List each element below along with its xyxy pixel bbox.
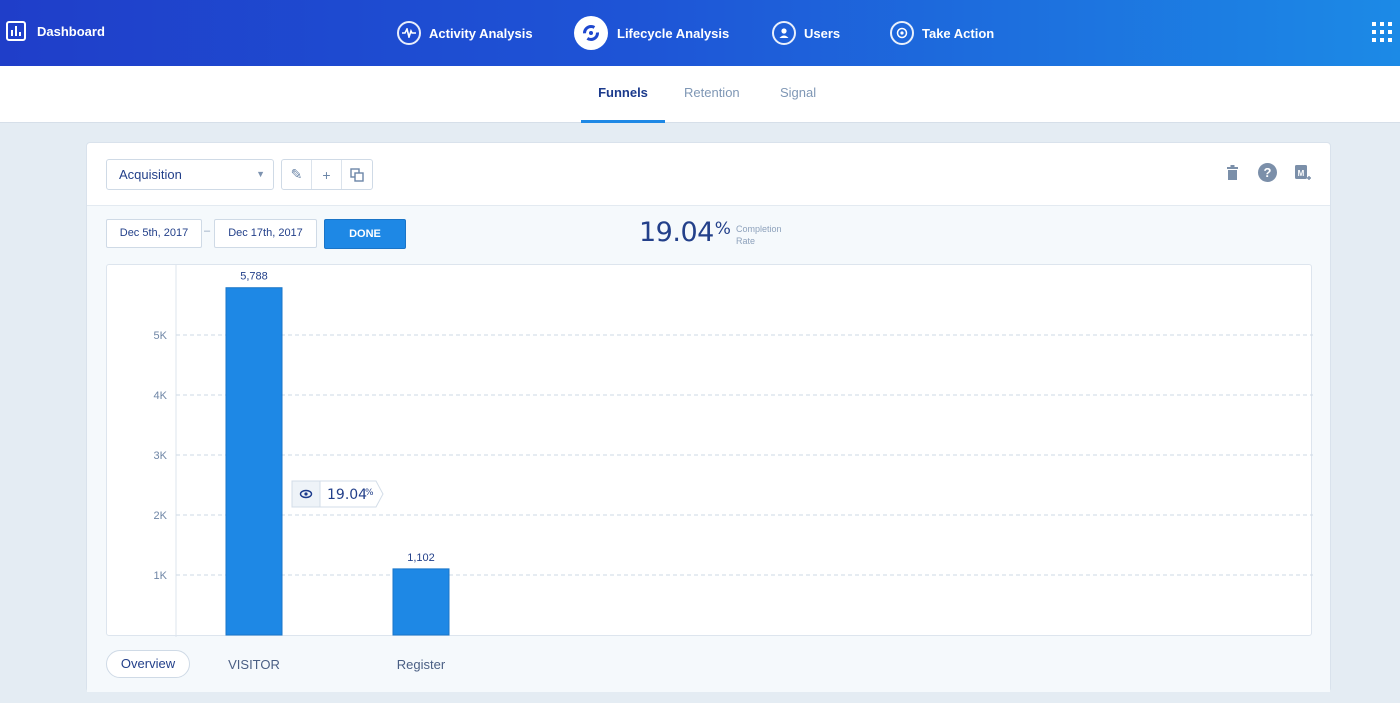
category-label-register[interactable]: Register — [361, 657, 481, 672]
eye-icon-pupil — [304, 492, 308, 496]
nav-label: Take Action — [922, 25, 995, 41]
funnel-card: Acquisition ▼ ✎ + ? M Dec 5th, 2017 – De… — [86, 142, 1331, 692]
help-icon[interactable]: ? — [1258, 163, 1277, 182]
dashboard-icon — [6, 21, 26, 41]
completion-label-line1: Completion — [735, 224, 782, 234]
done-button[interactable]: DONE — [324, 219, 406, 249]
y-tick-label: 4K — [154, 390, 168, 402]
pulse-icon — [397, 21, 421, 45]
nav-take-action[interactable]: Take Action — [890, 0, 994, 66]
completion-rate-value: 19.04 — [639, 217, 714, 248]
category-label-visitor[interactable]: VISITOR — [194, 657, 314, 672]
lifecycle-icon — [574, 16, 608, 50]
top-navigation-bar: Dashboard Activity Analysis Lifecycle An… — [0, 0, 1400, 66]
y-tick-label: 2K — [154, 510, 168, 522]
completion-rate-label: Completion Rate — [736, 223, 796, 247]
end-date-input[interactable]: Dec 17th, 2017 — [214, 219, 317, 248]
nav-users[interactable]: Users — [772, 0, 840, 66]
tab-retention[interactable]: Retention — [684, 66, 740, 123]
export-icon[interactable]: M — [1293, 163, 1312, 182]
tab-funnels[interactable]: Funnels — [581, 66, 665, 123]
bar — [225, 287, 283, 636]
nav-lifecycle-analysis[interactable]: Lifecycle Analysis — [574, 0, 729, 66]
completion-label-line2: Rate — [735, 236, 755, 246]
nav-label: Users — [804, 25, 841, 41]
nav-label: Activity Analysis — [429, 25, 533, 41]
y-tick-label: 3K — [154, 450, 168, 462]
card-actions: ? M — [1223, 163, 1312, 182]
completion-rate-unit: % — [714, 219, 731, 239]
tab-signal[interactable]: Signal — [780, 66, 816, 123]
user-icon — [772, 21, 796, 45]
bar — [392, 568, 450, 636]
overview-button[interactable]: Overview — [106, 650, 190, 678]
nav-activity-analysis[interactable]: Activity Analysis — [397, 0, 533, 66]
funnel-chart: 1K 2K 3K 4K 5K 5,788 1,102 19.04% — [106, 264, 1313, 637]
completion-rate: 19.04 % Completion Rate — [639, 217, 796, 248]
y-tick-label: 5K — [154, 330, 168, 342]
edit-icon[interactable]: ✎ — [282, 160, 312, 189]
svg-text:M: M — [1297, 169, 1304, 178]
start-date-input[interactable]: Dec 5th, 2017 — [106, 219, 202, 248]
target-icon — [890, 21, 914, 45]
bar-value-label: 1,102 — [407, 552, 435, 564]
dashboard-label: Dashboard — [37, 23, 105, 39]
bar-value-label: 5,788 — [240, 271, 268, 283]
funnel-select[interactable]: Acquisition ▼ — [106, 159, 274, 190]
duplicate-icon[interactable] — [342, 160, 372, 189]
funnel-bar-chart: 1K 2K 3K 4K 5K 5,788 1,102 19.04% — [154, 265, 1313, 637]
conversion-badge-unit: % — [365, 488, 374, 498]
funnel-tools: ✎ + — [281, 159, 373, 190]
conversion-badge-value: 19.04 — [327, 487, 367, 503]
funnel-select-value: Acquisition — [119, 167, 182, 182]
add-icon[interactable]: + — [312, 160, 342, 189]
y-tick-label: 1K — [154, 570, 168, 582]
nav-label: Lifecycle Analysis — [617, 25, 730, 41]
trash-icon[interactable] — [1223, 163, 1242, 182]
sub-navigation: Funnels Retention Signal — [0, 66, 1400, 123]
chevron-down-icon: ▼ — [256, 169, 265, 179]
date-separator: – — [204, 225, 211, 237]
apps-grid-icon[interactable] — [1372, 22, 1392, 42]
dashboard-link[interactable]: Dashboard — [6, 21, 105, 41]
